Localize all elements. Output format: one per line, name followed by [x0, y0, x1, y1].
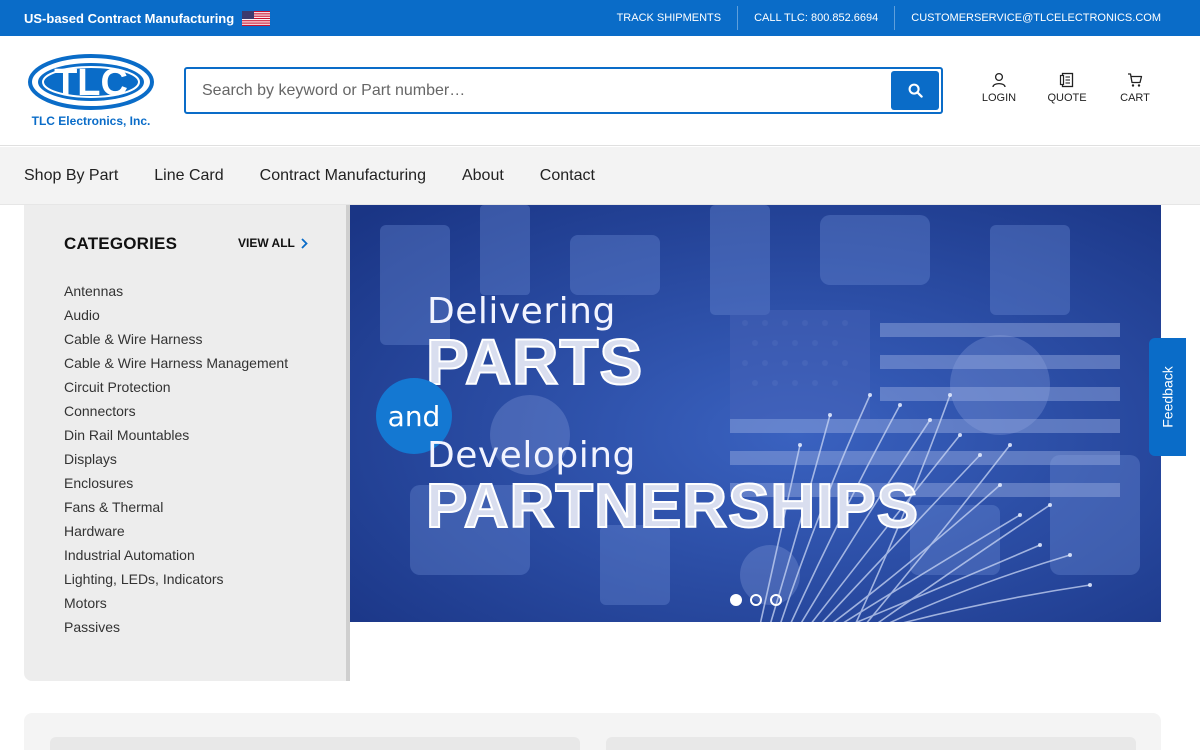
- chevron-right-icon: [301, 237, 308, 249]
- carousel-dot-1[interactable]: [730, 594, 742, 606]
- user-icon: [992, 72, 1006, 88]
- search-bar: [184, 67, 943, 114]
- category-item[interactable]: Cable & Wire Harness: [64, 327, 288, 351]
- nav-item-shop-by-part[interactable]: Shop By Part: [24, 167, 118, 185]
- search-button[interactable]: [891, 71, 939, 110]
- carousel-dot-3[interactable]: [770, 594, 782, 606]
- header-actions: LOGIN QUOTE CART: [978, 72, 1156, 104]
- call-link[interactable]: CALL TLC: 800.852.6694: [737, 6, 894, 30]
- hero-and-text: and: [387, 399, 441, 433]
- nav-item-about[interactable]: About: [462, 167, 504, 185]
- tagline: US-based Contract Manufacturing: [24, 10, 235, 26]
- hero-background-image: [350, 205, 1161, 622]
- carousel-dot-2[interactable]: [750, 594, 762, 606]
- categories-sidebar: CATEGORIES VIEW ALL Antennas Audio Cable…: [24, 205, 350, 681]
- feedback-tab[interactable]: Feedback: [1149, 338, 1186, 456]
- carousel-dots: [730, 594, 782, 606]
- logo-subtext: TLC Electronics, Inc.: [32, 114, 151, 128]
- login-label: LOGIN: [981, 92, 1017, 104]
- quote-label: QUOTE: [1047, 92, 1087, 104]
- category-item[interactable]: Enclosures: [64, 471, 288, 495]
- feedback-label: Feedback: [1159, 366, 1176, 428]
- nav-item-contract-manufacturing[interactable]: Contract Manufacturing: [260, 167, 426, 185]
- lower-section: [24, 713, 1161, 750]
- category-item[interactable]: Connectors: [64, 399, 288, 423]
- quote-icon: [1059, 72, 1074, 88]
- category-item[interactable]: Industrial Automation: [64, 543, 288, 567]
- hero-line-partnerships: PARTNERSHIPS: [425, 471, 920, 542]
- nav-item-contact[interactable]: Contact: [540, 167, 595, 185]
- hero-line-developing: Developing: [427, 435, 636, 476]
- top-bar: US-based Contract Manufacturing TRACK SH…: [0, 0, 1200, 36]
- category-item[interactable]: Displays: [64, 447, 288, 471]
- login-button[interactable]: LOGIN: [978, 72, 1020, 104]
- category-item[interactable]: Circuit Protection: [64, 375, 288, 399]
- cart-icon: [1128, 73, 1143, 87]
- cart-button[interactable]: CART: [1114, 72, 1156, 104]
- category-item[interactable]: Motors: [64, 591, 288, 615]
- categories-title: CATEGORIES: [64, 234, 178, 253]
- category-item[interactable]: Passives: [64, 615, 288, 639]
- us-flag-icon: [242, 10, 271, 26]
- view-all-link[interactable]: VIEW ALL: [238, 236, 308, 250]
- top-bar-links: TRACK SHIPMENTS CALL TLC: 800.852.6694 C…: [601, 0, 1176, 36]
- search-icon: [908, 83, 923, 98]
- hero-line-parts: PARTS: [425, 325, 644, 399]
- category-item[interactable]: Audio: [64, 303, 288, 327]
- category-item[interactable]: Hardware: [64, 519, 288, 543]
- main-nav: Shop By Part Line Card Contract Manufact…: [0, 147, 1200, 205]
- top-bar-left: US-based Contract Manufacturing: [24, 0, 271, 36]
- cart-label: CART: [1120, 92, 1150, 104]
- hero-banner[interactable]: Delivering PARTS and Developing PARTNERS…: [350, 205, 1161, 622]
- promo-card-1[interactable]: [50, 737, 580, 750]
- category-item[interactable]: Cable & Wire Harness Management: [64, 351, 288, 375]
- logo-text: TLC: [54, 62, 128, 104]
- nav-item-line-card[interactable]: Line Card: [154, 167, 223, 185]
- header: TLC TLC Electronics, Inc. LOGIN: [0, 36, 1200, 146]
- category-item[interactable]: Lighting, LEDs, Indicators: [64, 567, 288, 591]
- track-shipments-link[interactable]: TRACK SHIPMENTS: [601, 6, 738, 30]
- promo-card-2[interactable]: [606, 737, 1136, 750]
- view-all-label: VIEW ALL: [238, 236, 295, 250]
- category-item[interactable]: Fans & Thermal: [64, 495, 288, 519]
- category-item[interactable]: Din Rail Mountables: [64, 423, 288, 447]
- email-link[interactable]: CUSTOMERSERVICE@TLCELECTRONICS.COM: [894, 6, 1176, 30]
- tlc-logo[interactable]: TLC TLC Electronics, Inc.: [28, 54, 156, 130]
- search-input[interactable]: [186, 69, 886, 112]
- category-item[interactable]: Antennas: [64, 279, 288, 303]
- quote-button[interactable]: QUOTE: [1046, 72, 1088, 104]
- category-list: Antennas Audio Cable & Wire Harness Cabl…: [64, 279, 288, 639]
